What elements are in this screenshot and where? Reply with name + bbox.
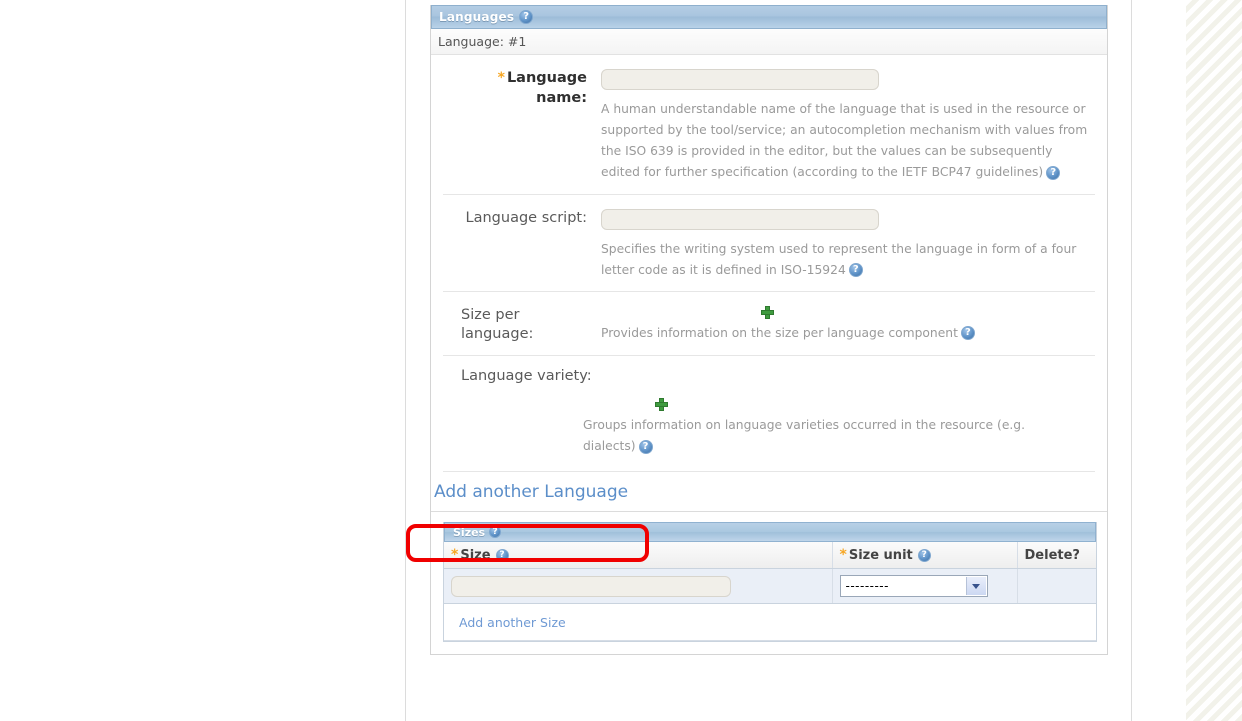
cell-size (444, 568, 833, 605)
size-per-language-help-text: Provides information on the size per lan… (601, 325, 958, 340)
page-left-border (405, 0, 406, 721)
add-another-size-row: Add another Size (444, 604, 1096, 642)
language-name-label: * Language name: (443, 69, 595, 184)
size-input[interactable] (451, 576, 731, 597)
column-header-size-text: Size (460, 548, 491, 564)
help-icon[interactable] (495, 549, 509, 563)
field-row-language-script: Language script: Specifies the writing s… (443, 195, 1095, 292)
size-per-language-label: Size per language: (443, 306, 595, 345)
help-icon[interactable] (638, 439, 653, 454)
column-header-size-unit-text: Size unit (848, 548, 913, 564)
column-header-delete-text: Delete? (1024, 547, 1080, 563)
language-instance-text: Language: #1 (438, 34, 527, 49)
required-asterisk-icon: * (839, 547, 847, 564)
field-row-language-name: * Language name: A human understandable n… (443, 55, 1095, 195)
language-instance-label: Language: #1 (431, 29, 1107, 55)
help-icon[interactable] (489, 526, 502, 539)
sizes-panel: Sizes *Size *Size unit (443, 522, 1097, 643)
column-header-size: * Size (444, 542, 833, 570)
language-variety-help: Groups information on language varieties… (583, 415, 1053, 457)
add-language-variety-plus-icon[interactable] (655, 397, 668, 411)
column-header-size-unit: * Size unit (832, 542, 1018, 570)
language-script-content: Specifies the writing system used to rep… (595, 208, 1095, 281)
sizes-panel-header: Sizes (444, 522, 1096, 543)
chevron-down-icon[interactable] (965, 577, 986, 596)
languages-panel-title: Languages (439, 10, 515, 24)
sizes-table-header-row: *Size *Size unit Delete? (444, 542, 1096, 570)
required-asterisk-icon: * (497, 70, 505, 86)
language-variety-label: Language variety: (443, 368, 1095, 384)
help-icon[interactable] (917, 549, 931, 563)
languages-panel-header: Languages (431, 5, 1107, 29)
required-asterisk-icon: * (451, 547, 459, 564)
help-icon[interactable] (1046, 165, 1061, 180)
add-another-language-row: Add another Language (431, 472, 1107, 513)
help-icon[interactable] (960, 326, 975, 341)
add-size-per-language-plus-icon[interactable] (761, 305, 774, 319)
add-another-language-link[interactable]: Add another Language (434, 482, 628, 502)
language-name-help-text: A human understandable name of the langu… (601, 102, 1088, 180)
cell-delete[interactable] (1017, 568, 1096, 605)
language-script-help-text: Specifies the writing system used to rep… (601, 241, 1077, 277)
language-script-label: Language script: (443, 209, 595, 281)
field-row-language-variety: Language variety: Groups information on … (443, 356, 1095, 473)
add-another-size-link[interactable]: Add another Size (459, 615, 566, 630)
languages-form-body: * Language name: A human understandable n… (431, 55, 1107, 654)
language-name-content: A human understandable name of the langu… (595, 69, 1095, 184)
languages-fieldset: Languages Language: #1 *Language name: A… (430, 5, 1108, 656)
sizes-section: Sizes *Size *Size unit (431, 512, 1107, 654)
field-row-size-per-language: Size per language: Provides information … (443, 292, 1095, 356)
language-script-label-text: Language script: (465, 209, 587, 226)
sizes-table: *Size *Size unit Delete? (444, 542, 1096, 605)
help-icon[interactable] (848, 263, 863, 278)
size-per-language-label-text: Size per language: (461, 306, 534, 343)
decorative-stripe-panel (1186, 0, 1242, 721)
sizes-panel-title: Sizes (453, 525, 486, 539)
cell-size-unit: --------- (832, 568, 1018, 605)
column-header-delete: Delete? (1017, 542, 1096, 570)
language-script-input[interactable] (601, 208, 879, 230)
size-unit-select[interactable]: --------- (839, 575, 988, 598)
help-icon[interactable] (519, 10, 534, 24)
screenshot-root: Languages Language: #1 *Language name: A… (0, 0, 1242, 721)
size-unit-selected-value: --------- (845, 579, 889, 594)
table-row: --------- (444, 568, 1096, 605)
page-right-border (1131, 0, 1132, 721)
language-name-help: A human understandable name of the langu… (601, 99, 1093, 184)
language-script-help: Specifies the writing system used to rep… (601, 239, 1093, 281)
size-per-language-help: Provides information on the size per lan… (601, 323, 1093, 344)
size-per-language-content: Provides information on the size per lan… (595, 305, 1095, 345)
language-name-input[interactable] (601, 69, 879, 90)
language-name-label-text: Language name: (506, 70, 587, 106)
language-variety-label-text: Language variety: (461, 367, 592, 384)
